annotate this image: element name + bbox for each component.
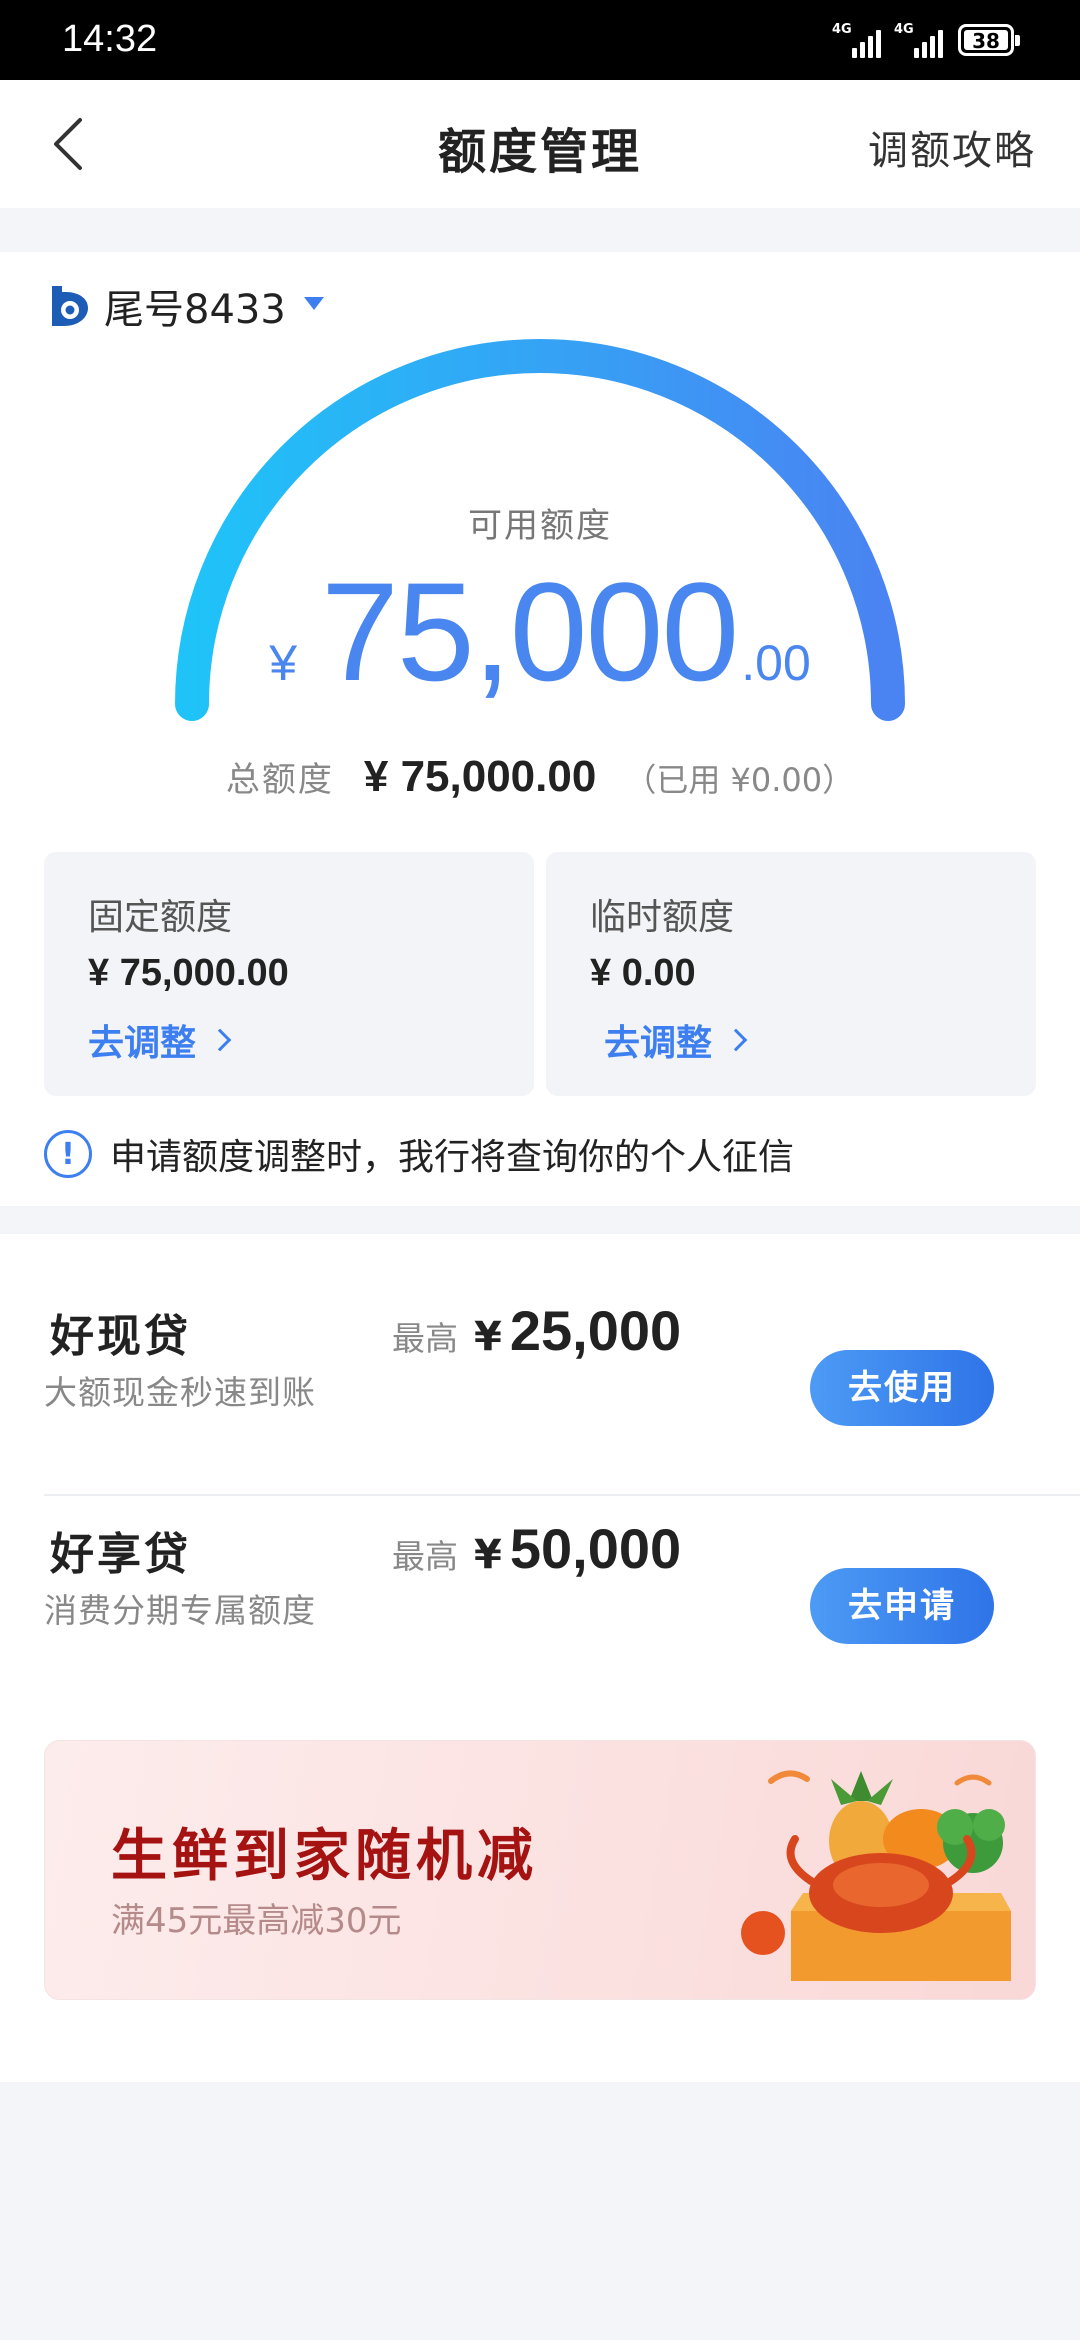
available-amount: ¥ 75,000 .00 [0,562,1080,702]
loan-max-value: 50,000 [509,1517,682,1580]
total-quota-label: 总额度 [225,760,334,800]
apply-loan-button[interactable]: 去申请 [810,1568,994,1644]
caret-down-icon [303,296,324,310]
signal-icon: 4G [832,22,884,58]
info-icon: ! [44,1130,92,1178]
loan-desc: 大额现金秒速到账 [44,1373,316,1412]
card-selector[interactable]: 尾号8433 [44,276,324,336]
status-bar: 14:32 4G 4G 38 [0,0,1080,80]
loan-item: 好享贷 消费分期专属额度 最高 ¥ 50,000 去申请 [0,1452,1080,1670]
quota-card: 尾号8433 可用额度 ¥ 75,000 .00 总额度 ¥ 75,000.00… [0,252,1080,1206]
promo-banner[interactable]: 生鲜到家随机减 满45元最高减30元 [44,1740,1036,2000]
loan-name: 好现贷 [50,1311,191,1362]
loan-max-label: 最高 [392,1319,458,1358]
available-quota-label: 可用额度 [468,506,612,546]
currency-symbol: ¥ [269,635,298,691]
banner-title: 生鲜到家随机减 [111,1823,538,1889]
temporary-quota-label: 临时额度 [590,897,735,938]
fresh-food-illustration [741,1770,1011,1981]
loan-currency: ¥ [474,1532,502,1578]
loan-max-value: 25,000 [509,1299,682,1362]
adjust-link-label: 去调整 [604,1023,713,1064]
bank-logo-icon [52,286,88,326]
quota-guide-link[interactable]: 调额攻略 [868,118,1036,176]
banner-subtitle: 满45元最高减30元 [111,1901,402,1941]
fixed-quota-label: 固定额度 [88,897,233,938]
chevron-right-icon [208,1028,232,1052]
loan-max-label: 最高 [392,1537,458,1576]
loan-currency: ¥ [474,1314,502,1360]
status-time: 14:32 [62,18,158,60]
total-quota-row: 总额度 ¥ 75,000.00 （已用 ¥0.00） [0,752,1080,802]
loan-max-amount: 最高 ¥ 50,000 [392,1516,681,1581]
loan-item: 好现贷 大额现金秒速到账 最高 ¥ 25,000 去使用 [0,1234,1080,1496]
chevron-right-icon [724,1028,748,1052]
use-loan-button[interactable]: 去使用 [810,1350,994,1426]
available-amount-integer: 75,000 [321,553,739,710]
loan-max-amount: 最高 ¥ 25,000 [392,1298,681,1363]
adjust-link-label: 去调整 [88,1023,197,1064]
fixed-quota-box: 固定额度 ¥ 75,000.00 去调整 [44,852,534,1096]
loan-products: 好现贷 大额现金秒速到账 最高 ¥ 25,000 去使用 好享贷 消费分期专属额… [0,1234,1080,1712]
nav-header: 额度管理 调额攻略 [0,80,1080,208]
battery-icon: 38 [958,24,1020,56]
loan-name: 好享贷 [50,1529,191,1580]
temporary-quota-value: ¥ 0.00 [590,952,696,994]
used-amount: （已用 ¥0.00） [624,761,855,799]
adjust-fixed-quota-link[interactable]: 去调整 [88,1014,232,1066]
notice-text: 申请额度调整时，我行将查询你的个人征信 [110,1137,795,1178]
loan-desc: 消费分期专属额度 [44,1591,316,1630]
temporary-quota-box: 临时额度 ¥ 0.00 去调整 [546,852,1036,1096]
total-quota-value: ¥ 75,000.00 [363,752,597,801]
fixed-quota-value: ¥ 75,000.00 [88,952,289,994]
bottom-spacer [0,2002,1080,2082]
battery-level: 38 [964,30,1008,52]
credit-check-notice: ! 申请额度调整时，我行将查询你的个人征信 [44,1128,794,1180]
available-amount-decimal: .00 [741,635,811,691]
adjust-temporary-quota-link[interactable]: 去调整 [604,1014,748,1066]
card-tail-number: 尾号8433 [104,287,286,333]
signal-icon-2: 4G [894,22,946,58]
